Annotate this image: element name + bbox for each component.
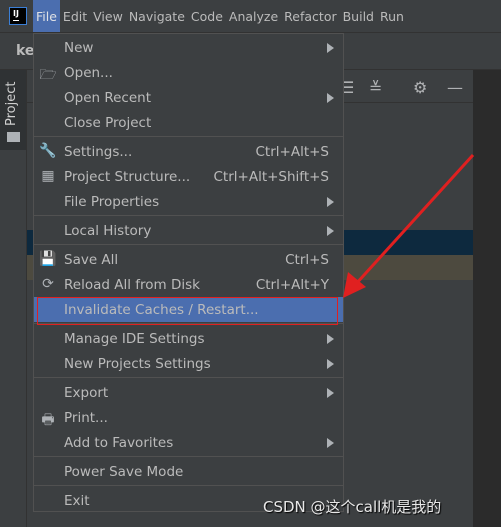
annotation-arrow — [343, 153, 475, 298]
watermark: CSDN @这个call机是我的 — [263, 498, 442, 516]
